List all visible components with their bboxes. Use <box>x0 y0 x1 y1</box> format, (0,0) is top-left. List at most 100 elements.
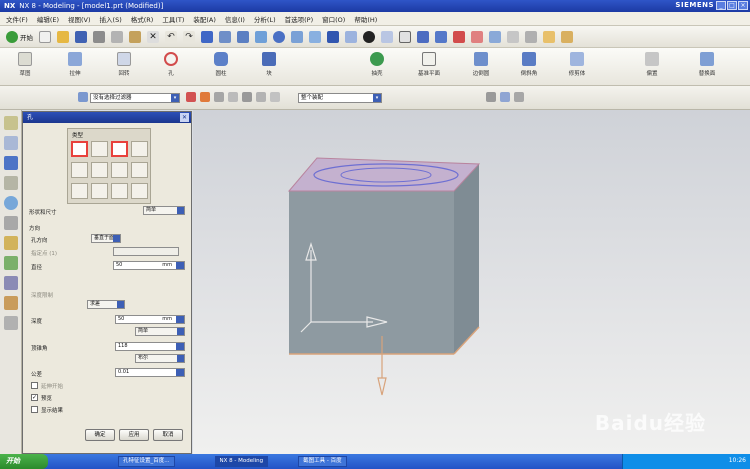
arc-select-icon[interactable] <box>270 92 280 102</box>
drill-size-hole-type[interactable] <box>111 162 128 178</box>
menu-analysis[interactable]: 分析(L) <box>254 14 276 24</box>
menu-tools[interactable]: 工具(T) <box>162 14 184 24</box>
assembly-scope-dropdown[interactable]: 整个装配 ▾ <box>298 93 382 103</box>
simple-hole-type[interactable] <box>71 141 88 157</box>
diameter-field[interactable]: 50 mm <box>113 261 185 270</box>
folder-icon[interactable] <box>543 30 555 43</box>
select-all-icon[interactable] <box>228 92 238 102</box>
trim-body-button[interactable]: 修剪体 <box>560 52 594 77</box>
measure-icon[interactable] <box>453 30 465 43</box>
sketch-button[interactable]: 草图 <box>8 52 42 77</box>
screw-clearance-hole-type[interactable] <box>131 162 148 178</box>
offset-button[interactable]: 偏置 <box>635 52 669 77</box>
revolve-button[interactable]: 回转 <box>107 52 141 77</box>
countersink-hole-type[interactable] <box>111 141 128 157</box>
menu-preferences[interactable]: 首选项(P) <box>285 14 314 24</box>
snap-icon[interactable] <box>435 30 447 43</box>
copy-icon[interactable] <box>111 30 123 43</box>
custom-hole-type-1[interactable] <box>71 183 88 199</box>
hole-series-type[interactable] <box>91 162 108 178</box>
zoom-icon[interactable] <box>255 30 267 43</box>
web-browser-icon[interactable] <box>3 196 18 210</box>
menu-format[interactable]: 格式(R) <box>131 14 154 24</box>
menu-icon[interactable] <box>78 92 88 102</box>
extrude-button[interactable]: 拉伸 <box>58 52 92 77</box>
taskbar-item[interactable]: NX 8 - Modeling <box>214 456 269 467</box>
cancel-button[interactable]: 取消 <box>153 429 183 441</box>
command-finder-icon[interactable] <box>201 30 213 43</box>
analysis-icon[interactable] <box>471 30 483 43</box>
specify-point-field[interactable] <box>113 247 179 256</box>
depth-field[interactable]: 50 mm <box>115 315 185 324</box>
menu-window[interactable]: 窗口(O) <box>322 14 345 24</box>
shaded-icon[interactable] <box>327 30 339 43</box>
redo-icon[interactable]: ↷ <box>183 30 195 43</box>
taskbar-item[interactable]: 孔特征设置_百度... <box>118 456 175 467</box>
constraint-navigator-icon[interactable] <box>3 136 18 150</box>
section-icon[interactable] <box>417 30 429 43</box>
close-button[interactable]: × <box>738 1 748 10</box>
open-file-icon[interactable] <box>57 30 69 43</box>
threaded-hole-type[interactable] <box>71 162 88 178</box>
dialog-close-button[interactable]: ✕ <box>180 113 189 122</box>
new-file-icon[interactable] <box>39 30 51 43</box>
minimize-button[interactable]: _ <box>716 1 726 10</box>
form-dropdown[interactable]: 简单 <box>143 206 185 215</box>
tolerance-field[interactable]: 0.01 <box>115 368 185 377</box>
midpoint-snap-icon[interactable] <box>514 92 524 102</box>
hole-button[interactable]: 孔 <box>154 52 188 77</box>
depth-option-dropdown[interactable]: 简单 <box>135 327 185 336</box>
delete-icon[interactable]: ✕ <box>147 30 159 43</box>
system-materials-icon[interactable] <box>3 236 18 250</box>
chamfer-button[interactable]: 倒斜角 <box>512 52 546 77</box>
selection-filter-dropdown[interactable]: 没有选择过滤器 ▾ <box>90 93 180 103</box>
point-snap-icon[interactable] <box>486 92 496 102</box>
undo-icon[interactable]: ↶ <box>165 30 177 43</box>
extend-checkbox[interactable] <box>31 382 38 389</box>
rotate-icon[interactable] <box>273 30 285 43</box>
start-button[interactable]: 开始 <box>6 30 33 43</box>
deselect-icon[interactable] <box>242 92 252 102</box>
pan-icon[interactable] <box>291 30 303 43</box>
wireframe-icon[interactable] <box>345 30 357 43</box>
fit-view-icon[interactable] <box>237 30 249 43</box>
model-block[interactable] <box>193 110 750 454</box>
filter-icon[interactable] <box>186 92 196 102</box>
assembly-navigator-icon[interactable] <box>3 116 18 130</box>
custom-hole-type-4[interactable] <box>131 183 148 199</box>
datum-plane-button[interactable]: 基准平面 <box>412 52 446 77</box>
menu-assembly[interactable]: 装配(A) <box>193 14 216 24</box>
show-icon[interactable] <box>399 30 411 43</box>
settings-icon[interactable] <box>525 30 537 43</box>
custom-hole-type-3[interactable] <box>111 183 128 199</box>
history-icon[interactable] <box>3 216 18 230</box>
depth-limit-dropdown[interactable]: 求差 <box>87 300 125 309</box>
replace-face-button[interactable]: 替换面 <box>690 52 724 77</box>
show-result-checkbox[interactable] <box>31 406 38 413</box>
tapered-hole-type[interactable] <box>131 141 148 157</box>
menu-info[interactable]: 信息(I) <box>225 14 245 24</box>
menu-insert[interactable]: 插入(S) <box>100 14 122 24</box>
cylinder-button[interactable]: 圆柱 <box>204 52 238 77</box>
snap-point-icon[interactable] <box>200 92 210 102</box>
process-studio-icon[interactable] <box>3 256 18 270</box>
apply-button[interactable]: 应用 <box>119 429 149 441</box>
graphics-viewport[interactable]: Baidu经验 <box>193 110 750 454</box>
counterbore-hole-type[interactable] <box>91 141 108 157</box>
menu-help[interactable]: 帮助(H) <box>354 14 377 24</box>
hide-icon[interactable] <box>381 30 393 43</box>
palette-icon[interactable] <box>3 316 18 330</box>
save-icon[interactable] <box>75 30 87 43</box>
ok-button[interactable]: 确定 <box>85 429 115 441</box>
polygon-select-icon[interactable] <box>256 92 266 102</box>
shell-button[interactable]: 抽壳 <box>360 52 394 77</box>
tip-angle-field[interactable]: 118 <box>115 342 185 351</box>
reuse-library-icon[interactable] <box>3 176 18 190</box>
edit-icon[interactable] <box>489 30 501 43</box>
manufacturing-wizards-icon[interactable] <box>3 276 18 290</box>
menu-edit[interactable]: 编辑(E) <box>37 14 59 24</box>
help-icon[interactable] <box>507 30 519 43</box>
tools-icon[interactable] <box>561 30 573 43</box>
menu-view[interactable]: 视图(V) <box>68 14 91 24</box>
hole-direction-dropdown[interactable]: 垂直于面 <box>91 234 121 243</box>
